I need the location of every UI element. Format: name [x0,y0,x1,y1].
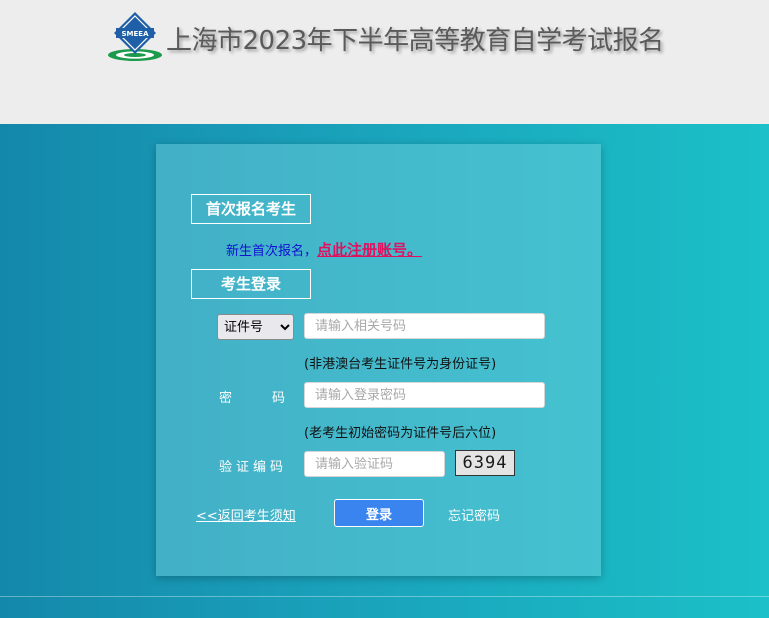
main-area: 首次报名考生 新生首次报名，点此注册账号。 考生登录 证件号 (非港澳台考生证件… [0,124,769,618]
logo-text: SMEEA [122,30,150,38]
login-button[interactable]: 登录 [334,499,424,527]
login-section-title: 考生登录 [191,269,311,299]
captcha-label: 验证编码 [219,460,288,475]
footer-divider [0,596,769,597]
id-number-input[interactable] [304,313,545,339]
captcha-image[interactable]: 6394 [455,450,515,476]
register-account-link[interactable]: 点此注册账号。 [317,241,422,259]
password-input[interactable] [304,382,545,408]
back-to-notice-link[interactable]: <<返回考生须知 [196,505,296,524]
id-hint: (非港澳台考生证件号为身份证号) [304,357,497,372]
captcha-input[interactable] [304,451,445,477]
intro-text: 新生首次报名， [226,244,318,259]
password-hint: (老考生初始密码为证件号后六位) [304,426,497,441]
page-title: 上海市2023年下半年高等教育自学考试报名 [166,26,664,56]
id-type-select[interactable]: 证件号 [217,314,294,340]
login-panel: 首次报名考生 新生首次报名，点此注册账号。 考生登录 证件号 (非港澳台考生证件… [156,144,601,576]
forgot-password-link[interactable]: 忘记密码 [448,505,500,524]
smeea-logo-icon: SMEEA [108,12,162,61]
page-header: SMEEA 上海市2023年下半年高等教育自学考试报名 [0,0,769,124]
first-time-section-title: 首次报名考生 [191,194,311,224]
first-time-intro: 新生首次报名，点此注册账号。 [226,239,422,260]
